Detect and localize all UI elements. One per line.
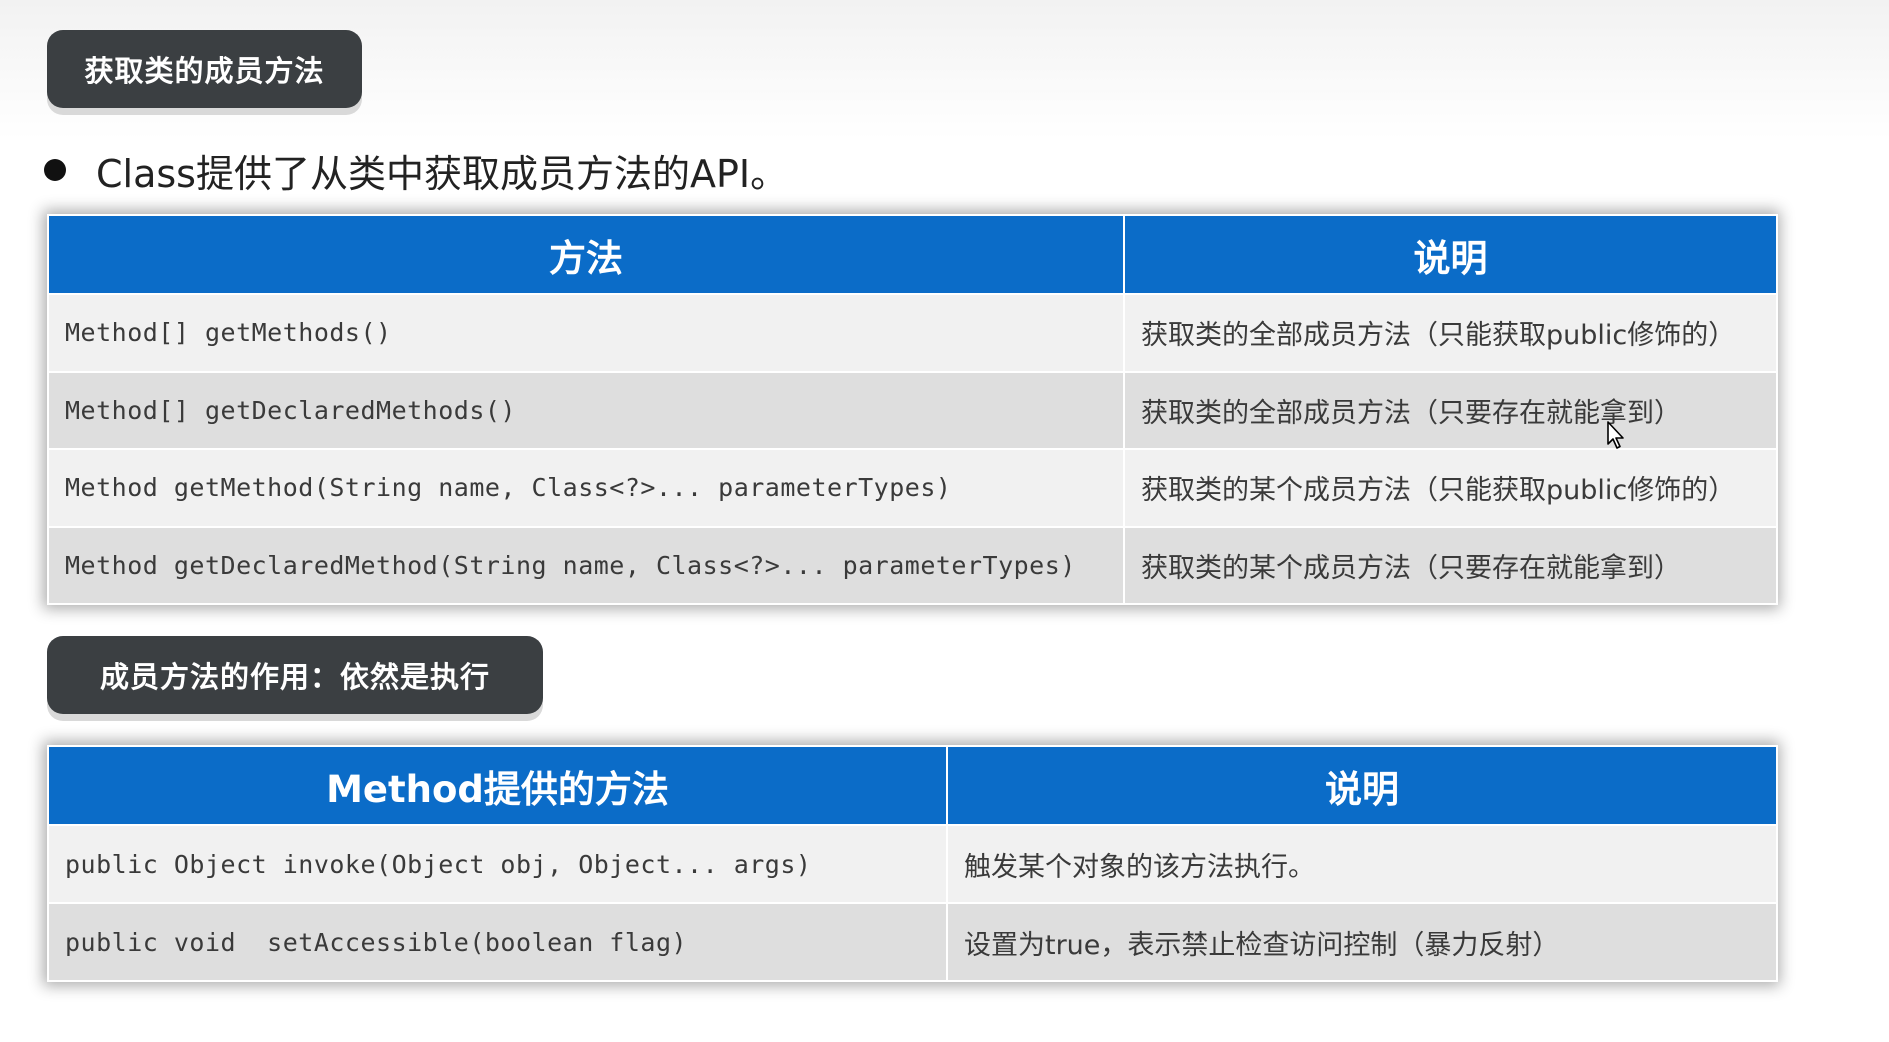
bullet-dot-icon	[44, 159, 66, 181]
section-tag-get-methods: 获取类的成员方法	[47, 30, 362, 108]
methods-api-table: 方法 说明 Method[] getMethods() 获取类的全部成员方法（只…	[47, 214, 1778, 605]
header-method-provided: Method提供的方法	[47, 745, 948, 826]
table-row: Method[] getDeclaredMethods() 获取类的全部成员方法…	[47, 370, 1778, 450]
header-description: 说明	[1123, 214, 1778, 295]
bullet-text: Class提供了从类中获取成员方法的API。	[96, 151, 789, 196]
method-invoke-table: Method提供的方法 说明 public Object invoke(Obje…	[47, 745, 1778, 982]
method-signature: Method[] getDeclaredMethods()	[47, 370, 1125, 450]
table-header-row: 方法 说明	[47, 214, 1778, 295]
method-signature: Method getMethod(String name, Class<?>..…	[47, 448, 1125, 528]
mouse-pointer-icon	[1607, 421, 1624, 449]
method-description: 获取类的全部成员方法（只能获取public修饰的）	[1123, 293, 1778, 373]
table-header-row: Method提供的方法 说明	[47, 745, 1778, 826]
table-row: Method getDeclaredMethod(String name, Cl…	[47, 525, 1778, 605]
method-description: 获取类的某个成员方法（只要存在就能拿到）	[1123, 525, 1778, 605]
header-method: 方法	[47, 214, 1125, 295]
header-description: 说明	[946, 745, 1778, 826]
method-description: 获取类的某个成员方法（只能获取public修饰的）	[1123, 448, 1778, 528]
method-description: 获取类的全部成员方法（只要存在就能拿到）	[1123, 370, 1778, 450]
table-row: Method[] getMethods() 获取类的全部成员方法（只能获取pub…	[47, 293, 1778, 373]
table-row: Method getMethod(String name, Class<?>..…	[47, 448, 1778, 528]
method-signature: public Object invoke(Object obj, Object.…	[47, 824, 948, 904]
section-tag-method-usage: 成员方法的作用：依然是执行	[47, 636, 543, 714]
table-row: public Object invoke(Object obj, Object.…	[47, 824, 1778, 904]
method-description: 触发某个对象的该方法执行。	[946, 824, 1778, 904]
method-signature: Method[] getMethods()	[47, 293, 1125, 373]
method-signature: public void setAccessible(boolean flag)	[47, 902, 948, 982]
method-signature: Method getDeclaredMethod(String name, Cl…	[47, 525, 1125, 605]
table-row: public void setAccessible(boolean flag) …	[47, 902, 1778, 982]
bullet-line: Class提供了从类中获取成员方法的API。	[44, 142, 788, 198]
method-description: 设置为true，表示禁止检查访问控制（暴力反射）	[946, 902, 1778, 982]
